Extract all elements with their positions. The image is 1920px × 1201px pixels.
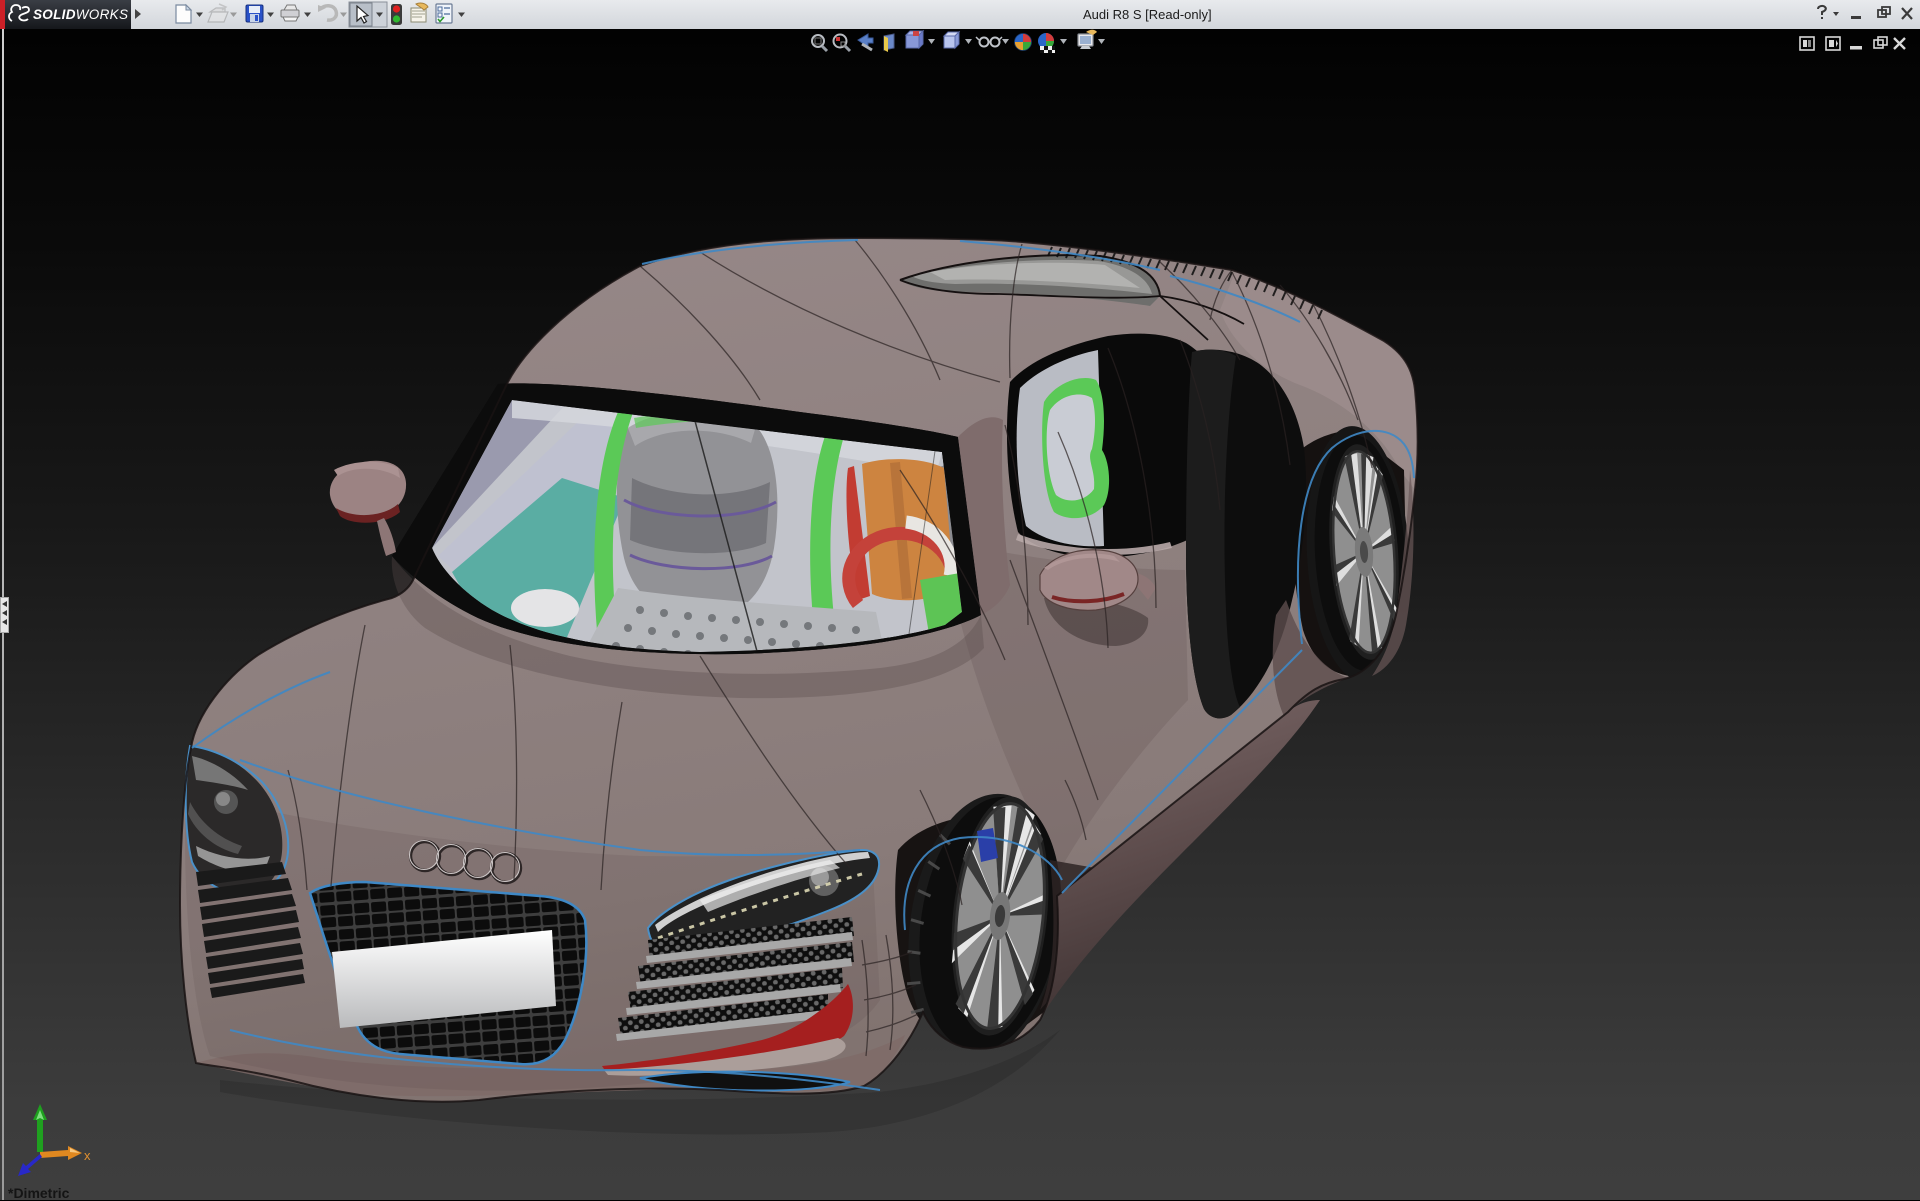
svg-text:x: x (84, 1148, 91, 1163)
